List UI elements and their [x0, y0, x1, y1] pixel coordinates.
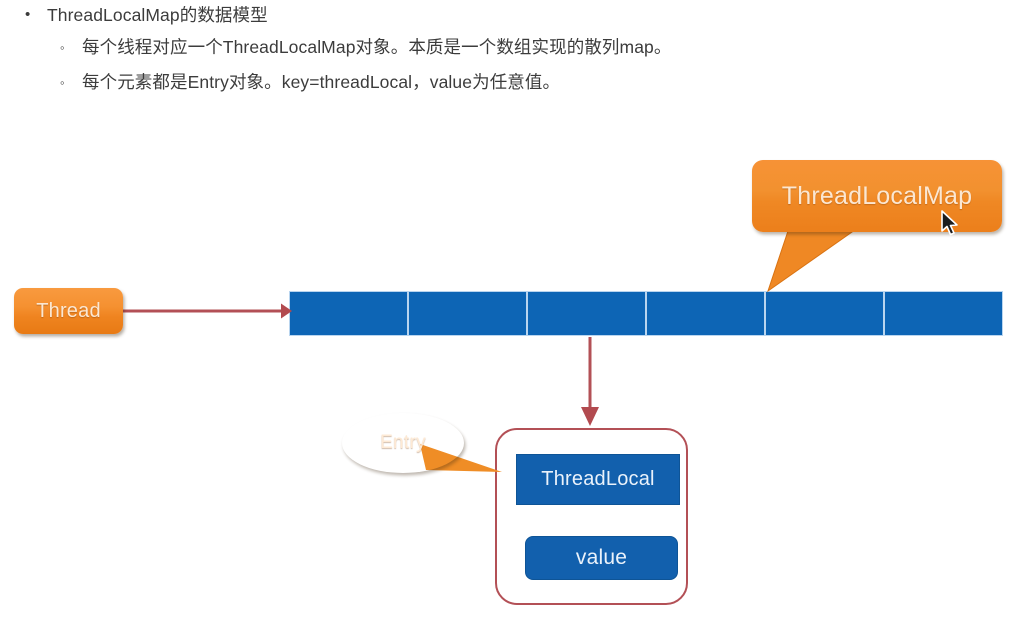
- value-box[interactable]: value: [525, 536, 678, 580]
- bullet-marker-icon: •: [25, 6, 31, 23]
- entry-callout-label: Entry: [380, 432, 426, 453]
- threadlocal-key-label: ThreadLocal: [541, 468, 655, 490]
- value-label: value: [575, 546, 628, 569]
- array-cell[interactable]: [646, 291, 765, 336]
- list-item: ◦ 每个线程对应一个ThreadLocalMap对象。本质是一个数组实现的散列m…: [0, 30, 1021, 65]
- list-item-text: ThreadLocalMap的数据模型: [47, 5, 268, 25]
- array-cell[interactable]: [408, 291, 527, 336]
- threadlocalmap-callout-tail-icon: [767, 225, 863, 293]
- array-cell[interactable]: [884, 291, 1003, 336]
- bullet-circle-marker-icon: ◦: [60, 40, 65, 55]
- threadlocal-key-box[interactable]: ThreadLocal: [516, 454, 680, 505]
- list-item: • ThreadLocalMap的数据模型: [0, 0, 1021, 30]
- array-to-entry-arrowhead: [581, 407, 599, 426]
- thread-box-label: Thread: [36, 299, 101, 322]
- notes-list: • ThreadLocalMap的数据模型 ◦ 每个线程对应一个ThreadLo…: [0, 0, 1021, 100]
- thread-box[interactable]: Thread: [14, 288, 123, 334]
- bullet-circle-marker-icon: ◦: [60, 75, 65, 90]
- array-cell[interactable]: [527, 291, 646, 336]
- entry-callout[interactable]: Entry: [342, 413, 464, 473]
- array-cell[interactable]: [289, 291, 408, 336]
- array-cell[interactable]: [765, 291, 884, 336]
- threadlocalmap-callout-label: ThreadLocalMap: [781, 181, 973, 210]
- threadlocalmap-array: [289, 291, 1003, 336]
- list-item-text: 每个线程对应一个ThreadLocalMap对象。本质是一个数组实现的散列map…: [82, 37, 672, 57]
- list-item-text: 每个元素都是Entry对象。key=threadLocal，value为任意值。: [82, 72, 561, 92]
- list-item: ◦ 每个元素都是Entry对象。key=threadLocal，value为任意…: [0, 65, 1021, 100]
- threadlocalmap-callout[interactable]: ThreadLocalMap: [752, 160, 1002, 232]
